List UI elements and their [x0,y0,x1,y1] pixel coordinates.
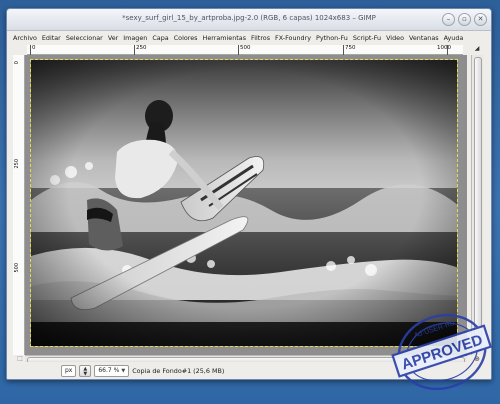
zoom-value: 66.7 % [98,367,120,374]
menu-python-fu[interactable]: Python-Fu [316,34,348,42]
chevron-down-icon: ▼ [121,367,126,374]
vertical-ruler[interactable]: 0 250 500 [13,55,25,355]
menu-herramientas[interactable]: Herramientas [203,34,247,42]
minimize-icon[interactable]: – [442,13,455,26]
menu-script-fu[interactable]: Script-Fu [353,34,381,42]
ruler-label: 500 [240,45,251,51]
menu-ventanas[interactable]: Ventanas [409,34,439,42]
ruler-label: 500 [14,263,20,273]
window-title: *sexy_surf_girl_15_by_artproba.jpg-2.0 (… [122,14,376,22]
ruler-label: 750 [345,45,356,51]
menu-seleccionar[interactable]: Seleccionar [66,34,103,42]
menu-colores[interactable]: Colores [174,34,198,42]
menu-fx-foundry[interactable]: FX-Foundry [275,34,311,42]
menu-video[interactable]: Video [386,34,404,42]
menu-bar: Archivo Editar Seleccionar Ver Imagen Ca… [7,31,491,44]
window-controls: – ▫ ✕ [442,13,487,26]
unit-spinner-icon[interactable]: ▲ ▼ [79,364,92,377]
close-icon[interactable]: ✕ [474,13,487,26]
menu-ayuda[interactable]: Ayuda [444,34,464,42]
menu-editar[interactable]: Editar [42,34,61,42]
menu-imagen[interactable]: Imagen [123,34,147,42]
menu-archivo[interactable]: Archivo [13,34,37,42]
menu-filtros[interactable]: Filtros [251,34,270,42]
ruler-label: 250 [14,159,20,169]
horizontal-ruler[interactable]: 0 250 500 750 1000 [27,45,463,55]
unit-value: px [65,367,73,374]
ruler-label: 250 [136,45,147,51]
navigate-corner-button[interactable]: ◢ [471,45,483,55]
unit-selector[interactable]: px [61,364,77,377]
zoom-selector[interactable]: 66.7 % ▼ [94,364,130,377]
menu-ver[interactable]: Ver [108,34,118,42]
menu-capa[interactable]: Capa [152,34,168,42]
approved-watermark: APPROVED AJ·USER·RU [391,313,493,391]
ruler-label: 0 [14,61,20,65]
layer-info: Copia de Fondo#1 (25,6 MB) [132,366,225,375]
maximize-icon[interactable]: ▫ [458,13,471,26]
ruler-label: 0 [32,45,36,51]
ruler-label: 1000 [437,45,451,51]
title-bar[interactable]: *sexy_surf_girl_15_by_artproba.jpg-2.0 (… [7,9,491,31]
